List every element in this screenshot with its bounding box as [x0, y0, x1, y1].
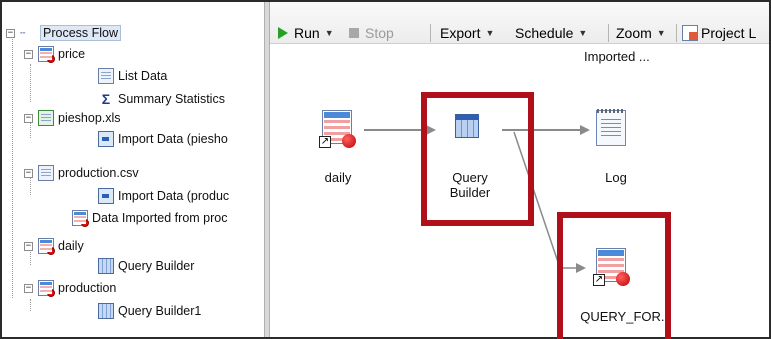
red-dot-icon [342, 134, 356, 148]
highlight-box-query-builder [421, 92, 534, 226]
log-node-label[interactable]: Log [596, 170, 636, 185]
highlight-box-query-output [557, 212, 671, 339]
log-icon [596, 109, 626, 146]
arrowhead-icon [580, 125, 590, 135]
log-node-icon[interactable] [596, 109, 630, 150]
shortcut-arrow-icon: ↗ [319, 136, 331, 148]
daily-node-label[interactable]: daily [323, 170, 353, 185]
daily-node-icon[interactable]: ↗ [319, 110, 356, 150]
